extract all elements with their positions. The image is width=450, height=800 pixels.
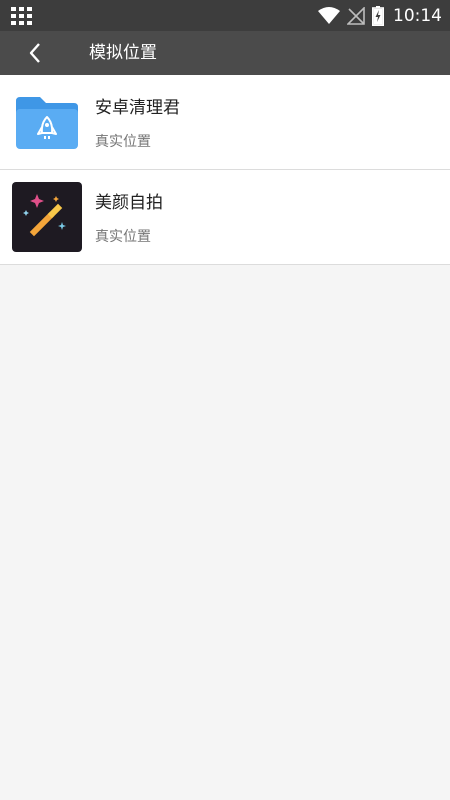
folder-rocket-icon xyxy=(16,97,78,149)
screen: 10:14 模拟位置 安卓清理君 真实位置 美颜自拍 真实位置 xyxy=(0,0,450,800)
battery-charging-icon xyxy=(372,5,384,26)
no-signal-icon xyxy=(347,6,365,25)
location-status: 真实位置 xyxy=(95,134,151,150)
list-item[interactable]: 美颜自拍 真实位置 xyxy=(0,170,450,265)
back-arrow-icon xyxy=(29,43,40,63)
app-list: 安卓清理君 真实位置 美颜自拍 真实位置 xyxy=(0,75,450,265)
app-bar: 模拟位置 xyxy=(0,31,450,75)
location-status: 真实位置 xyxy=(95,229,151,245)
status-bar: 10:14 xyxy=(0,0,450,31)
status-time: 10:14 xyxy=(393,5,442,26)
wifi-icon xyxy=(318,6,340,24)
status-icons: 10:14 xyxy=(318,0,442,31)
app-name: 美颜自拍 xyxy=(95,193,163,213)
page-title: 模拟位置 xyxy=(89,43,157,63)
app-grid-icon xyxy=(11,7,32,25)
app-name: 安卓清理君 xyxy=(95,98,180,118)
magic-wand-icon xyxy=(12,182,82,252)
list-item[interactable]: 安卓清理君 真实位置 xyxy=(0,75,450,170)
back-button[interactable] xyxy=(18,37,52,69)
